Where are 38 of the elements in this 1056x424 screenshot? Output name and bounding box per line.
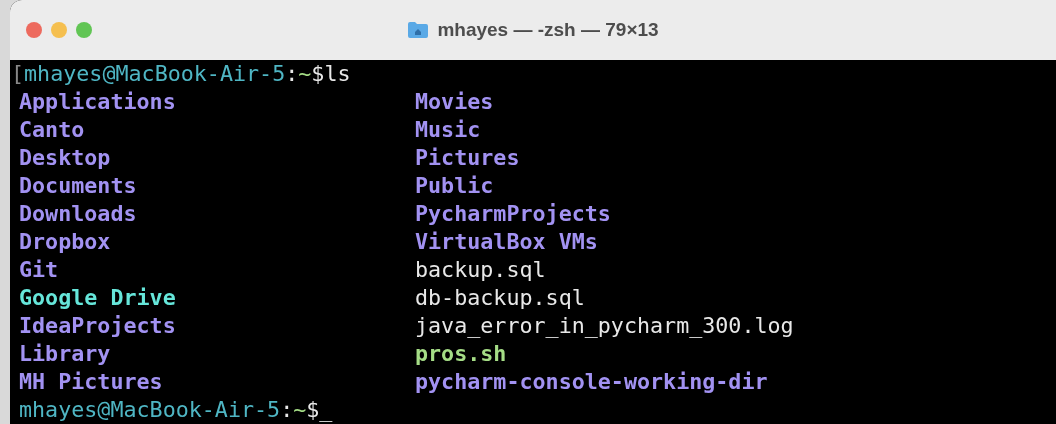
close-button[interactable]: [26, 22, 42, 38]
cursor: _: [319, 396, 333, 424]
file-entry: Movies: [415, 89, 494, 114]
file-entry: Library: [19, 341, 111, 366]
file-entry: Applications: [19, 89, 176, 114]
bracket-glyph: [: [11, 60, 25, 88]
file-entry: pros.sh: [415, 341, 507, 366]
folder-icon: [407, 21, 430, 39]
file-entry: Canto: [19, 117, 85, 142]
file-entry: PycharmProjects: [415, 201, 611, 226]
file-entry: Pictures: [415, 145, 520, 170]
file-entry: pycharm-console-working-dir: [415, 369, 768, 394]
prompt-symbol: $: [306, 396, 320, 424]
command-text: ls: [324, 60, 351, 88]
file-entry: db-backup.sql: [415, 285, 585, 310]
file-entry: VirtualBox VMs: [415, 229, 598, 254]
file-entry: Downloads: [19, 201, 137, 226]
file-entry: IdeaProjects: [19, 313, 176, 338]
file-entry: MH Pictures: [19, 369, 163, 394]
prompt-user-host: mhayes@MacBook-Air-5: [19, 396, 281, 424]
file-entry: Public: [415, 173, 494, 198]
zoom-button[interactable]: [76, 22, 92, 38]
prompt-user-host: mhayes@MacBook-Air-5: [24, 60, 286, 88]
file-entry: Documents: [19, 173, 137, 198]
file-entry: Google Drive: [19, 285, 176, 310]
prompt-path: ~: [293, 396, 307, 424]
file-entry: backup.sql: [415, 257, 546, 282]
prompt-colon: :: [285, 60, 299, 88]
file-entry: Dropbox: [19, 229, 111, 254]
file-entry: Git: [19, 257, 59, 282]
prompt-path: ~: [298, 60, 312, 88]
window-title: mhayes — -zsh — 79×13: [437, 17, 659, 42]
prompt-symbol: $: [311, 60, 325, 88]
prompt-colon: :: [280, 396, 294, 424]
file-entry: Music: [415, 117, 481, 142]
file-entry: java_error_in_pycharm_300.log: [415, 313, 794, 338]
file-entry: Desktop: [19, 145, 111, 170]
minimize-button[interactable]: [51, 22, 67, 38]
